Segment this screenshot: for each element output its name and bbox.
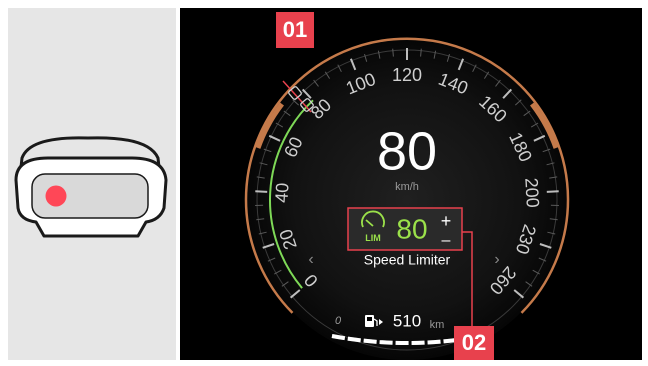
minor-tick [392, 48, 394, 57]
fuel-range-value: 510 [393, 311, 421, 330]
major-tick [546, 190, 559, 193]
callout-label-02: 02 [461, 330, 487, 355]
major-tick [255, 190, 268, 193]
nav-right-arrow[interactable]: › [494, 251, 499, 268]
speed-unit: km/h [395, 181, 419, 193]
tick-label-40: 40 [271, 182, 292, 203]
limiter-increase-button[interactable]: + [441, 211, 452, 231]
callout-label-01: 01 [282, 17, 308, 42]
callout-badge-02: 02 [454, 326, 494, 360]
callout-badge-01: 01 [276, 12, 314, 48]
speed-limiter-label: Speed Limiter [364, 252, 451, 268]
location-marker [45, 185, 67, 207]
speedometer: 0 20 40 60 80 100 120 140 160 180 200 23… [244, 37, 570, 360]
speed-limiter-widget[interactable]: LIM 80 + – [347, 207, 463, 251]
fuel-zero-label: 0 [335, 315, 342, 327]
limiter-decrease-button[interactable]: – [442, 232, 451, 249]
tick-label-120: 120 [392, 65, 422, 85]
speed-limiter-icon-text: LIM [365, 233, 381, 243]
tick-label-200: 200 [521, 177, 543, 208]
cluster-location-panel [8, 8, 176, 360]
nav-left-arrow[interactable]: ‹ [308, 251, 313, 268]
instrument-cluster-display: 0 20 40 60 80 100 120 140 160 180 200 23… [180, 8, 642, 360]
speed-value: 80 [377, 121, 437, 181]
minor-tick [420, 48, 422, 57]
limiter-set-speed: 80 [396, 213, 427, 244]
instrument-cluster-illustration [14, 136, 168, 238]
fuel-range-unit: km [430, 319, 445, 331]
